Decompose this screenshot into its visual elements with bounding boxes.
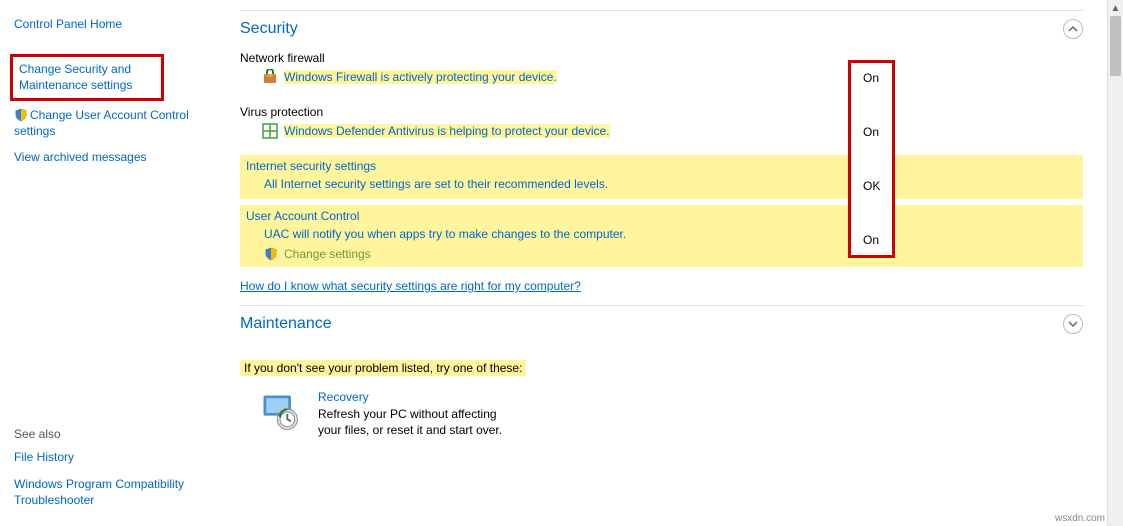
change-uac-settings-link[interactable]: Change User Account Control settings	[14, 107, 212, 139]
virus-message: Windows Defender Antivirus is helping to…	[284, 124, 610, 138]
internet-security-label: Internet security settings	[246, 159, 376, 173]
scroll-thumb[interactable]	[1110, 16, 1121, 76]
shield-icon	[14, 108, 28, 122]
maintenance-title: Maintenance	[240, 315, 332, 333]
internet-security-item: Internet security settings All Internet …	[240, 155, 1083, 199]
problem-prompt: If you don't see your problem listed, tr…	[240, 360, 526, 376]
change-security-highlight: Change Security and Maintenance settings	[10, 54, 164, 100]
virus-protection-item: Virus protection Windows Defender Antivi…	[240, 99, 1083, 147]
uac-status: On	[863, 233, 880, 247]
status-highlight-box: On On OK On	[848, 60, 895, 258]
see-also-heading: See also	[14, 427, 212, 441]
network-firewall-item: Network firewall Windows Firewall is act…	[240, 45, 1083, 93]
maintenance-section-header[interactable]: Maintenance	[240, 305, 1083, 340]
uac-item: User Account Control UAC will notify you…	[240, 205, 1083, 267]
recovery-link[interactable]: Recovery	[318, 390, 518, 404]
recovery-description: Refresh your PC without affecting your f…	[318, 406, 518, 438]
virus-status: On	[863, 125, 880, 139]
chevron-up-icon[interactable]	[1063, 19, 1083, 39]
scroll-up-arrow-icon[interactable]: ▲	[1108, 0, 1123, 16]
sidebar: Control Panel Home Change Security and M…	[0, 0, 220, 526]
chevron-down-icon[interactable]	[1063, 314, 1083, 334]
watermark: wsxdn.com	[1055, 513, 1105, 524]
shield-icon	[264, 247, 278, 261]
firewall-status: On	[863, 71, 880, 85]
main-content: Security Network firewall Windows Firewa…	[220, 0, 1123, 526]
recovery-icon	[258, 390, 302, 434]
sidebar-bottom: See also File History Windows Program Co…	[14, 427, 212, 518]
uac-change-settings-link[interactable]: Change settings	[284, 247, 371, 261]
uac-message: UAC will notify you when apps try to mak…	[246, 223, 1077, 247]
control-panel-home-link[interactable]: Control Panel Home	[14, 16, 212, 32]
file-history-link[interactable]: File History	[14, 449, 212, 465]
recovery-item: Recovery Refresh your PC without affecti…	[240, 390, 1083, 438]
uac-label: User Account Control	[246, 209, 359, 223]
firewall-label: Network firewall	[240, 51, 325, 65]
vertical-scrollbar[interactable]: ▲	[1107, 0, 1123, 526]
view-archived-messages-link[interactable]: View archived messages	[14, 149, 212, 165]
security-title: Security	[240, 20, 298, 38]
sidebar-top: Control Panel Home Change Security and M…	[14, 16, 212, 175]
defender-icon	[262, 123, 278, 139]
internet-security-message: All Internet security settings are set t…	[246, 173, 1077, 191]
security-help-link[interactable]: How do I know what security settings are…	[240, 279, 581, 293]
change-security-settings-link[interactable]: Change Security and Maintenance settings	[19, 61, 155, 93]
security-section-header[interactable]: Security	[240, 10, 1083, 45]
firewall-message: Windows Firewall is actively protecting …	[284, 70, 557, 84]
virus-label: Virus protection	[240, 105, 323, 119]
firewall-icon	[262, 69, 278, 85]
internet-security-status: OK	[863, 179, 880, 193]
compat-troubleshooter-link[interactable]: Windows Program Compatibility Troublesho…	[14, 476, 212, 508]
